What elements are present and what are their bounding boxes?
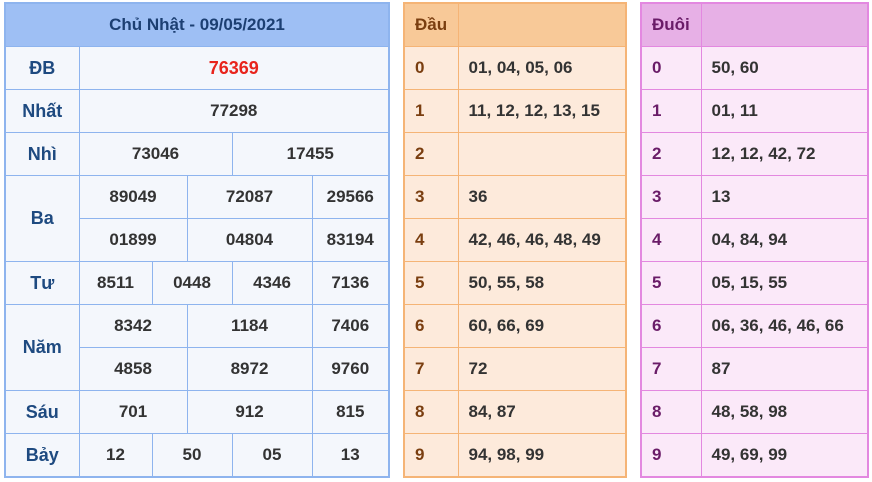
prize-label-bay: Bảy [4, 433, 80, 478]
prize-label-nam: Năm [4, 304, 80, 391]
dau-values [457, 132, 627, 176]
prize-value-ba: 72087 [186, 175, 313, 219]
prize-value-ba: 83194 [311, 218, 390, 262]
prize-value-nam: 1184 [186, 304, 313, 348]
duoi-key: 2 [640, 132, 702, 176]
prize-value-sau: 912 [186, 390, 313, 434]
dau-values: 72 [457, 347, 627, 391]
prize-value-bay: 50 [151, 433, 233, 478]
prize-value-nhat: 77298 [78, 89, 390, 133]
prize-value-tu: 7136 [311, 261, 390, 305]
dau-values: 36 [457, 175, 627, 219]
duoi-values: 12, 12, 42, 72 [700, 132, 869, 176]
dau-table: Đầu 0 01, 04, 05, 06 1 11, 12, 12, 13, 15 … [403, 2, 627, 478]
prize-value-tu: 0448 [151, 261, 233, 305]
duoi-header-blank [700, 2, 869, 47]
prize-value-ba: 01899 [78, 218, 188, 262]
prize-label-sau: Sáu [4, 390, 80, 434]
dau-header-blank [457, 2, 627, 47]
duoi-key: 9 [640, 433, 702, 478]
duoi-key: 6 [640, 304, 702, 348]
dau-key: 1 [403, 89, 459, 133]
prize-label-nhi: Nhì [4, 132, 80, 176]
dau-key: 0 [403, 46, 459, 90]
duoi-header: Đuôi [640, 2, 702, 47]
dau-key: 9 [403, 433, 459, 478]
prize-value-tu: 8511 [78, 261, 153, 305]
duoi-key: 4 [640, 218, 702, 262]
dau-values: 01, 04, 05, 06 [457, 46, 627, 90]
prize-label-nhat: Nhất [4, 89, 80, 133]
duoi-values: 06, 36, 46, 46, 66 [700, 304, 869, 348]
prize-value-ba: 29566 [311, 175, 390, 219]
prize-value-sau: 815 [311, 390, 390, 434]
prize-value-nam: 4858 [78, 347, 188, 391]
prize-label-ba: Ba [4, 175, 80, 262]
prize-label-db: ĐB [4, 46, 80, 90]
prize-value-nam: 8342 [78, 304, 188, 348]
dau-values: 42, 46, 46, 48, 49 [457, 218, 627, 262]
prize-value-bay: 05 [231, 433, 313, 478]
dau-key: 7 [403, 347, 459, 391]
dau-values: 94, 98, 99 [457, 433, 627, 478]
prize-value-bay: 12 [78, 433, 153, 478]
dau-values: 11, 12, 12, 13, 15 [457, 89, 627, 133]
duoi-key: 7 [640, 347, 702, 391]
duoi-values: 87 [700, 347, 869, 391]
prize-value-ba: 04804 [186, 218, 313, 262]
prize-value-bay: 13 [311, 433, 390, 478]
dau-values: 50, 55, 58 [457, 261, 627, 305]
duoi-key: 1 [640, 89, 702, 133]
dau-key: 8 [403, 390, 459, 434]
duoi-values: 05, 15, 55 [700, 261, 869, 305]
dau-values: 60, 66, 69 [457, 304, 627, 348]
duoi-key: 5 [640, 261, 702, 305]
duoi-key: 0 [640, 46, 702, 90]
prize-value-nam: 7406 [311, 304, 390, 348]
dau-key: 3 [403, 175, 459, 219]
duoi-table: Đuôi 0 50, 60 1 01, 11 2 12, 12, 42, 72 3 13… [640, 2, 869, 478]
dau-values: 84, 87 [457, 390, 627, 434]
prize-value-nhi: 73046 [78, 132, 233, 176]
prize-value-nhi: 17455 [231, 132, 390, 176]
duoi-values: 04, 84, 94 [700, 218, 869, 262]
duoi-values: 48, 58, 98 [700, 390, 869, 434]
duoi-key: 3 [640, 175, 702, 219]
prize-value-ba: 89049 [78, 175, 188, 219]
prize-value-nam: 8972 [186, 347, 313, 391]
duoi-key: 8 [640, 390, 702, 434]
prize-label-tu: Tư [4, 261, 80, 305]
prize-value-db: 76369 [78, 46, 390, 90]
prize-value-sau: 701 [78, 390, 188, 434]
dau-key: 2 [403, 132, 459, 176]
prize-value-tu: 4346 [231, 261, 313, 305]
duoi-values: 13 [700, 175, 869, 219]
duoi-values: 01, 11 [700, 89, 869, 133]
results-title: Chủ Nhật - 09/05/2021 [4, 2, 390, 47]
duoi-values: 50, 60 [700, 46, 869, 90]
results-table: Chủ Nhật - 09/05/2021 ĐB 76369 Nhất 7729… [4, 2, 391, 478]
dau-key: 5 [403, 261, 459, 305]
dau-header: Đầu [403, 2, 459, 47]
dau-key: 4 [403, 218, 459, 262]
dau-key: 6 [403, 304, 459, 348]
prize-value-nam: 9760 [311, 347, 390, 391]
duoi-values: 49, 69, 99 [700, 433, 869, 478]
